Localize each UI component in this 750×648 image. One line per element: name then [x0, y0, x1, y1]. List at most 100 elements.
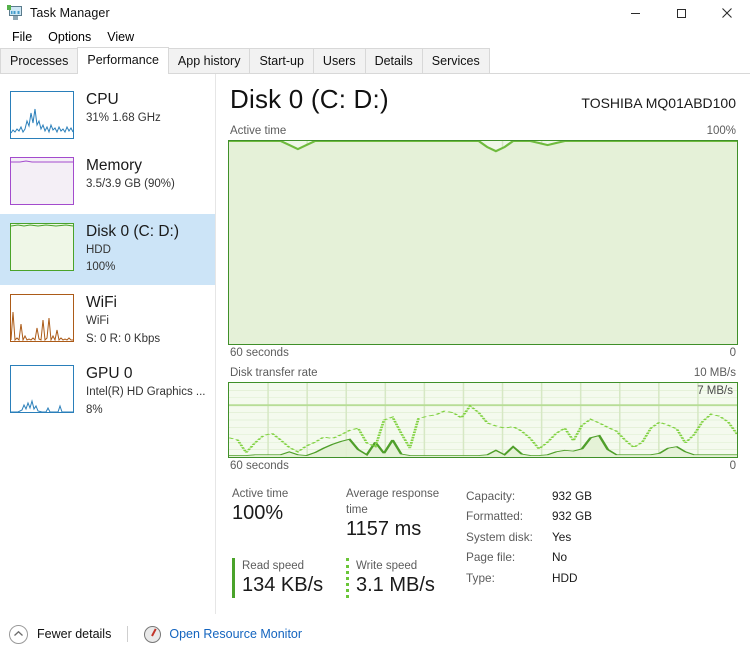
page-title: Disk 0 (C: D:) [230, 84, 389, 114]
main-panel: Disk 0 (C: D:) TOSHIBA MQ01ABD100 Active… [216, 74, 750, 614]
menu-view[interactable]: View [99, 28, 142, 46]
sidebar-item-memory[interactable]: Memory 3.5/3.9 GB (90%) [0, 148, 215, 214]
info-value-type: HDD [552, 570, 578, 585]
minimize-button[interactable] [612, 0, 658, 26]
stats-row-speeds: Read speed 134 KB/s Write speed 3.1 MB/s [232, 558, 460, 599]
sidebar-item-detail-gpu-usage: 8% [86, 403, 103, 416]
stats-left-column: Active time 100% Average response time 1… [232, 486, 460, 599]
open-resource-monitor-link[interactable]: Open Resource Monitor [144, 625, 303, 643]
transfer-rate-graph-max: 10 MB/s [693, 367, 736, 379]
disk-thumbnail-graph [10, 223, 74, 271]
info-value-capacity: 932 GB [552, 489, 593, 503]
footer-bar: Fewer details Open Resource Monitor [0, 614, 750, 648]
stat-active-time-value: 100% [232, 502, 284, 525]
stats-right-column: Capacity: 932 GB Formatted: 932 GB Syste… [460, 486, 738, 598]
sidebar-item-label-disk-0: Disk 0 (C: D:) [86, 223, 179, 240]
sidebar-item-label-memory: Memory [86, 157, 142, 174]
tab-details[interactable]: Details [364, 48, 423, 73]
info-key-type: Type: [466, 570, 495, 585]
transfer-rate-graph: 7 MB/s [228, 382, 738, 458]
tab-users[interactable]: Users [312, 48, 366, 73]
transfer-rate-graph-title: Disk transfer rate [230, 367, 318, 379]
tab-app-history[interactable]: App history [167, 48, 251, 73]
tab-strip: Processes Performance App history Start-… [0, 47, 750, 74]
wifi-thumbnail-graph [10, 294, 74, 343]
stat-active-time-caption: Active time [232, 488, 289, 500]
sidebar-item-detail-wifi-rate: S: 0 R: 0 Kbps [86, 332, 161, 345]
info-value-system-disk: Yes [552, 529, 572, 544]
menu-options[interactable]: Options [40, 28, 99, 46]
active-time-graph-title: Active time [230, 125, 287, 137]
transfer-rate-axis-left: 60 seconds [230, 460, 289, 472]
stat-avg-response-time: Average response time 1157 ms [346, 486, 460, 542]
menu-bar: File Options View [0, 26, 750, 48]
active-time-axis-right: 0 [729, 347, 736, 359]
tab-start-up[interactable]: Start-up [249, 48, 314, 73]
stat-avg-response-value: 1157 ms [346, 518, 422, 541]
sidebar-item-detail-wifi-name: WiFi [86, 314, 109, 327]
footer-divider [127, 626, 129, 642]
gpu-thumbnail-graph [10, 365, 74, 414]
sidebar-item-disk-0[interactable]: Disk 0 (C: D:) HDD 100% [0, 214, 215, 286]
info-key-formatted: Formatted: [466, 509, 524, 524]
transfer-rate-graph-labels: Disk transfer rate 10 MB/s [228, 367, 738, 382]
info-value-page-file: No [552, 550, 568, 565]
disk-model-label: TOSHIBA MQ01ABD100 [581, 95, 736, 111]
tab-performance[interactable]: Performance [77, 47, 169, 74]
info-row-system-disk: System disk: Yes [466, 527, 738, 547]
sidebar-item-wifi[interactable]: WiFi WiFi S: 0 R: 0 Kbps [0, 285, 215, 356]
info-row-type: Type: HDD [466, 568, 738, 588]
tab-services[interactable]: Services [421, 48, 490, 73]
info-key-system-disk: System disk: [466, 529, 533, 544]
stats-panel: Active time 100% Average response time 1… [228, 486, 738, 599]
resource-monitor-icon [144, 625, 162, 643]
info-value-formatted: 932 GB [552, 509, 593, 524]
active-time-axis: 60 seconds 0 [228, 345, 738, 359]
menu-file[interactable]: File [4, 28, 40, 46]
sidebar-item-label-cpu: CPU [86, 91, 119, 108]
window-title: Task Manager [30, 6, 110, 20]
open-resource-monitor-label: Open Resource Monitor [169, 627, 303, 641]
sidebar-item-detail-disk-type: HDD [86, 243, 111, 256]
sidebar-item-label-wifi: WiFi [86, 294, 117, 312]
stats-row-primary: Active time 100% Average response time 1… [232, 486, 460, 542]
title-bar: Task Manager [0, 0, 750, 26]
stat-read-speed-value: 134 KB/s [242, 574, 324, 597]
stat-avg-response-caption: Average response time [346, 488, 440, 517]
transfer-rate-axis: 60 seconds 0 [228, 458, 738, 472]
active-time-graph-max: 100% [706, 125, 736, 137]
active-time-axis-left: 60 seconds [230, 347, 289, 359]
sidebar-item-detail-disk-usage: 100% [86, 261, 116, 274]
sidebar-item-label-gpu-0: GPU 0 [86, 365, 133, 383]
stat-write-speed-value: 3.1 MB/s [356, 574, 435, 597]
stat-active-time: Active time 100% [232, 486, 346, 542]
fewer-details-button[interactable]: Fewer details [9, 624, 112, 644]
window-controls [612, 0, 750, 26]
cpu-thumbnail-graph [10, 91, 74, 139]
maximize-button[interactable] [658, 0, 704, 26]
info-key-capacity: Capacity: [466, 489, 516, 503]
chevron-up-icon [9, 624, 28, 644]
sidebar-item-detail-gpu-model: Intel(R) HD Graphics ... [86, 386, 206, 399]
stat-write-speed: Write speed 3.1 MB/s [346, 558, 460, 599]
active-time-graph [228, 140, 738, 345]
sidebar-item-cpu[interactable]: CPU 31% 1.68 GHz [0, 82, 215, 148]
stat-write-speed-caption: Write speed [356, 560, 418, 573]
active-time-graph-labels: Active time 100% [228, 125, 738, 140]
stat-read-speed-caption: Read speed [242, 560, 305, 573]
fewer-details-label: Fewer details [37, 627, 112, 641]
sidebar-item-gpu-0[interactable]: GPU 0 Intel(R) HD Graphics ... 8% [0, 356, 215, 427]
sidebar-item-detail-cpu: 31% 1.68 GHz [86, 111, 161, 124]
task-manager-icon [7, 5, 23, 21]
memory-thumbnail-graph [10, 157, 74, 205]
main-header: Disk 0 (C: D:) TOSHIBA MQ01ABD100 [228, 84, 738, 115]
info-row-capacity: Capacity: 932 GB [466, 486, 738, 506]
sidebar-item-detail-memory: 3.5/3.9 GB (90%) [86, 177, 175, 190]
info-row-formatted: Formatted: 932 GB [466, 506, 738, 526]
info-key-page-file: Page file: [466, 550, 516, 565]
info-row-page-file: Page file: No [466, 547, 738, 567]
tab-processes[interactable]: Processes [0, 48, 79, 73]
resource-sidebar: CPU 31% 1.68 GHz Memory 3.5/3.9 GB (90%) [0, 74, 216, 614]
close-button[interactable] [704, 0, 750, 26]
stat-read-speed: Read speed 134 KB/s [232, 558, 346, 599]
